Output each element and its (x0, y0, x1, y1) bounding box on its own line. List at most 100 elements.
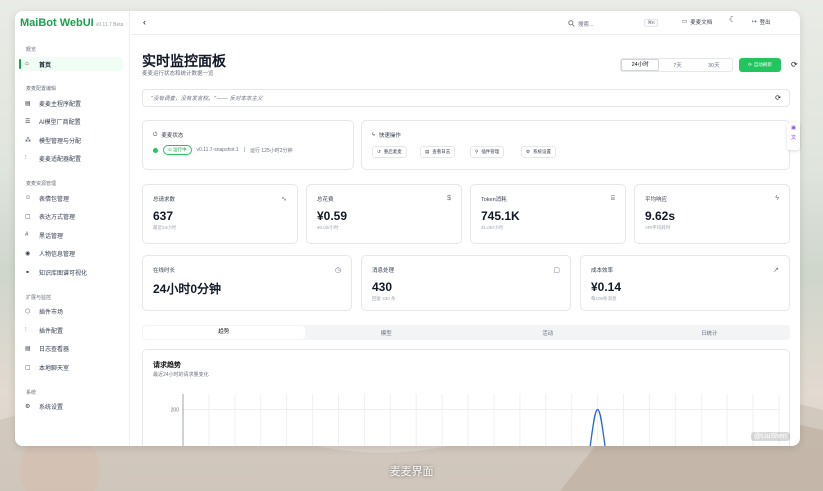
message-icon: ▢ (25, 214, 31, 220)
sidebar-section-title: 系统 (26, 389, 37, 396)
theme-toggle-icon[interactable]: ☾ (729, 15, 736, 24)
range-7d[interactable]: 7天 (659, 61, 695, 69)
chevron-left-icon[interactable]: ‹ (143, 17, 146, 27)
sidebar-item[interactable]: ▢ 本地聊天室 (19, 360, 123, 374)
server-icon: ☰ (25, 119, 31, 125)
sidebar-item-label: 人物信息管理 (39, 252, 76, 258)
gear-icon: ⚙ (526, 149, 531, 154)
sidebar-item-label: 黑话管理 (39, 233, 64, 240)
stat-title: 总请求数 (153, 197, 176, 203)
view-logs-button[interactable]: ▤ 查看日志 (420, 146, 456, 158)
sidebar-item[interactable]: ⫶ 麦麦适配器配置 (19, 152, 123, 166)
stat-title: 消息处理 (372, 268, 395, 274)
chart-subtitle: 最近24小时的请求量变化 (153, 372, 209, 378)
sidebar-item[interactable]: # 黑话管理 (19, 228, 123, 242)
trend-icon: ↗ (773, 267, 779, 274)
range-24h[interactable]: 24小时 (621, 59, 660, 71)
stat-value: 24小时0分钟 (153, 282, 222, 296)
tab-activity[interactable]: 活动 (467, 329, 629, 337)
quick-actions-card: ϟ 快速操作 ↺ 重启麦麦 ▤ 查看日志 ⚲ 插件管理 ⚙ 系统设置 (361, 120, 790, 170)
sidebar-item[interactable]: ⬡ 插件市场 (19, 305, 123, 319)
watermark: @LiuShen (751, 432, 790, 441)
status-badge: ⊙ 运行中 (163, 145, 192, 155)
line-chart: 200150 (171, 394, 780, 446)
tab-trend[interactable]: 趋势 (143, 326, 305, 339)
sidebar-item[interactable]: ☺ 表情包管理 (19, 191, 123, 205)
home-icon: ⌂ (25, 61, 29, 67)
zap-icon: ϟ (372, 132, 375, 138)
stat-value: 430 (372, 280, 393, 294)
sidebar-item[interactable]: ⌂ 首页 (19, 57, 123, 71)
top-bar: ‹ 搜索... ⌘K ▭ 麦麦文档 ☾ ↦ 登出 (131, 11, 800, 35)
range-30d[interactable]: 30天 (696, 61, 732, 69)
plugin-manage-button[interactable]: ⚲ 插件管理 (470, 146, 505, 158)
database-icon: ⌸ (610, 195, 615, 202)
stat-value: ¥0.14 (591, 280, 622, 294)
boxes-icon: ⁂ (25, 137, 31, 144)
logout-button[interactable]: ↦ 登出 (752, 18, 771, 26)
tab-model[interactable]: 模型 (306, 329, 468, 337)
sidebar-item[interactable]: ▤ 日志查看器 (19, 342, 123, 356)
stat-title: 平均响应 (645, 197, 668, 203)
sidebar: MaiBot WebUI v0.11.7 Beta 概览 ⌂ 首页 麦麦配置编辑 ▤ 麦麦主… (15, 11, 130, 446)
search-input[interactable]: 搜索... ⌘K (568, 17, 658, 30)
file-icon: ▤ (425, 149, 430, 154)
sidebar-item[interactable]: ▤ 麦麦主程序配置 (19, 96, 123, 110)
stat-subtext: 每100条消息 (591, 296, 617, 301)
power-icon: ⏻ (153, 131, 158, 138)
sidebar-section-title: 麦麦资源管理 (26, 181, 57, 187)
refresh-quote-icon[interactable]: ⟳ (775, 94, 781, 102)
stat-title: 在线时长 (153, 268, 176, 274)
sidebar-item[interactable]: ⁂ 模型管理与分配 (19, 133, 123, 147)
time-range-selector: 24小时 7天 30天 (620, 58, 733, 72)
stat-value: 745.1K (481, 209, 520, 223)
refresh-icon[interactable]: ⟳ (791, 60, 798, 69)
file-icon: ▤ (25, 100, 31, 107)
sidebar-item-label: 表达方式管理 (39, 215, 76, 221)
sidebar-item[interactable]: ☰ AI模型厂商配置 (19, 115, 123, 129)
sidebar-item[interactable]: ▢ 表达方式管理 (19, 210, 123, 224)
sidebar-item-label: 首页 (39, 62, 52, 69)
gear-icon: ⚙ (25, 404, 31, 410)
stat-subtext: API平均耗时 (645, 225, 671, 230)
chart-title: 请求趋势 (153, 362, 181, 369)
sidebar-section-title: 概览 (26, 47, 37, 53)
tab-daily[interactable]: 日统计 (629, 329, 791, 337)
stat-subtext: ¥0.02/小时 (317, 225, 339, 230)
book-icon: ▭ (682, 19, 688, 25)
request-trend-chart: 请求趋势 最近24小时的请求量变化 200150 (142, 349, 790, 446)
stat-value: ¥0.59 (317, 209, 348, 223)
sidebar-item[interactable]: ⫶ 插件配置 (19, 323, 123, 337)
sidebar-item-label: 系统设置 (39, 405, 64, 411)
floating-toolbar[interactable]: ▣ 文 (787, 122, 800, 150)
stat-title: 总花费 (317, 197, 334, 203)
auto-refresh-button[interactable]: ⟳ 自动刷新 (739, 58, 781, 72)
sidebar-item-label: 插件配置 (39, 328, 64, 335)
restart-button[interactable]: ↺ 重启麦麦 (372, 146, 407, 158)
quote-banner: "没有调查，没有发言权。" —— 反对本本主义 ⟳ (142, 89, 790, 107)
stat-card: 在线时长 ◷ 24小时0分钟 (142, 255, 352, 311)
sliders-icon: ⫶ (25, 326, 27, 333)
package-icon: ⬡ (25, 309, 31, 315)
sidebar-item-label: 知识库图谱可视化 (39, 270, 88, 277)
stat-card: Token消耗 ⌸ 745.1K 31.0K/小时 (470, 184, 626, 244)
sidebar-item-label: AI模型厂商配置 (39, 120, 81, 126)
shortcut-hint: ⌘K (644, 19, 658, 27)
app-logo[interactable]: MaiBot WebUI v0.11.7 Beta (20, 17, 123, 29)
sidebar-item[interactable]: ⚭ 知识库图谱可视化 (19, 265, 123, 279)
stat-subtext: 最近24小时 (153, 225, 177, 230)
sidebar-item-label: 表情包管理 (39, 196, 70, 203)
stat-card: 总花费 $ ¥0.59 ¥0.02/小时 (306, 184, 462, 244)
page-title: 实时监控面板 (142, 53, 226, 69)
system-settings-button[interactable]: ⚙ 系统设置 (521, 146, 557, 158)
clock-icon: ◷ (334, 267, 341, 274)
y-tick-label: 200 (171, 408, 180, 414)
uptime-text: 运行 125小时2分钟 (250, 147, 293, 154)
sidebar-item[interactable]: ◉ 人物信息管理 (19, 247, 123, 261)
translate-icon: ▣ (791, 125, 796, 131)
zap-icon: ϟ (775, 195, 779, 202)
status-dot (153, 147, 158, 153)
docs-button[interactable]: ▭ 麦麦文档 (682, 18, 712, 26)
sidebar-item[interactable]: ⚙ 系统设置 (19, 400, 123, 414)
status-card: ⏻ 麦麦状态 ⊙ 运行中 v0.11.7-snapshot.1 | 运行 125小… (142, 120, 354, 170)
